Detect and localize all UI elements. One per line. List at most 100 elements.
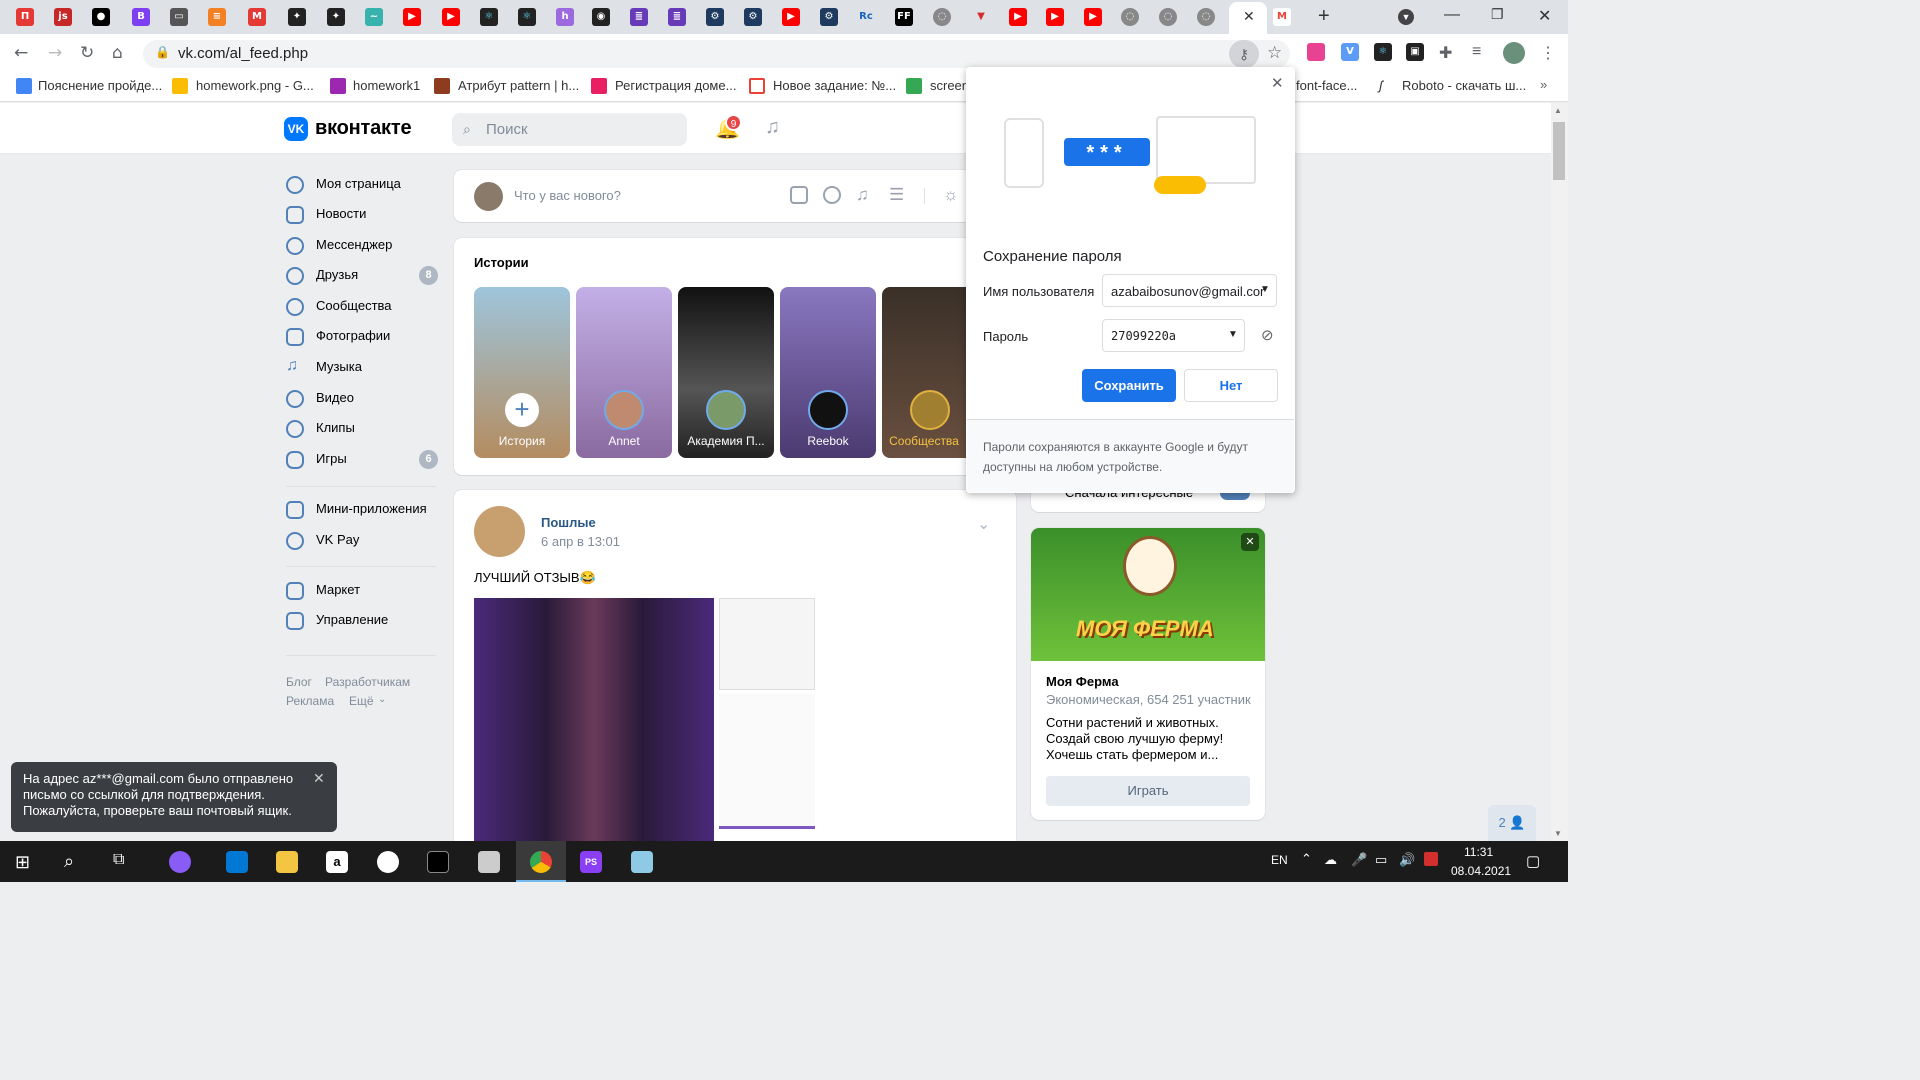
mail-icon[interactable] bbox=[226, 851, 248, 873]
globe-icon[interactable]: ◌ bbox=[933, 8, 951, 26]
home-button[interactable]: ⌂ bbox=[112, 43, 123, 63]
page-scrollbar[interactable] bbox=[1551, 103, 1568, 841]
tab-favicon[interactable]: ⚙ bbox=[706, 8, 724, 26]
star-icon[interactable]: ☆ bbox=[1267, 43, 1282, 63]
username-select[interactable]: azabaibosunov@gmail.cor bbox=[1102, 274, 1277, 307]
menu-item-communities[interactable]: Сообщества bbox=[286, 296, 438, 318]
bookmark-item[interactable]: font-face... bbox=[1296, 78, 1357, 93]
volume-icon[interactable]: 🔊 bbox=[1399, 852, 1415, 868]
post-author[interactable]: Пошлые bbox=[541, 515, 596, 530]
vk-brand[interactable]: вконтакте bbox=[315, 117, 412, 140]
back-button[interactable]: ← bbox=[14, 43, 28, 63]
menu-item-music[interactable]: ♫ Музыка bbox=[286, 357, 438, 379]
battery-icon[interactable]: ▭ bbox=[1375, 852, 1387, 868]
tab-favicon[interactable]: M bbox=[248, 8, 266, 26]
dropdown-arrow-icon[interactable]: ▼ bbox=[1260, 284, 1270, 295]
menu-item-photos[interactable]: Фотографии bbox=[286, 326, 438, 348]
tray-chevron-icon[interactable]: ⌃ bbox=[1301, 851, 1312, 867]
footer-link-blog[interactable]: Блог bbox=[286, 675, 312, 689]
extension-icon[interactable] bbox=[1307, 43, 1325, 61]
new-tab-button[interactable]: + bbox=[1318, 5, 1330, 28]
bookmarks-overflow-icon[interactable]: » bbox=[1540, 77, 1547, 92]
minimize-button[interactable]: — bbox=[1444, 6, 1460, 24]
ad-image[interactable]: МОЯ ФЕРМА bbox=[1031, 528, 1265, 661]
tab-favicon[interactable]: ~ bbox=[365, 8, 383, 26]
react-icon[interactable]: ⚛ bbox=[518, 8, 536, 26]
globe-icon[interactable]: ◌ bbox=[1197, 8, 1215, 26]
key-icon[interactable]: ⚷ bbox=[1229, 40, 1259, 68]
scroll-up-arrow[interactable]: ▲ bbox=[1554, 106, 1562, 115]
menu-item-mini-apps[interactable]: Мини-приложения bbox=[286, 499, 438, 521]
tab-favicon[interactable]: П bbox=[16, 8, 34, 26]
search-icon[interactable]: ⌕ bbox=[64, 851, 74, 872]
file-explorer-icon[interactable] bbox=[276, 851, 298, 873]
menu-item-games[interactable]: Игры 6 bbox=[286, 449, 438, 471]
amazon-icon[interactable]: a bbox=[326, 851, 348, 873]
app-icon[interactable] bbox=[631, 851, 653, 873]
story-item[interactable]: Annet bbox=[576, 287, 672, 458]
terminal-icon[interactable] bbox=[427, 851, 449, 873]
avatar[interactable] bbox=[474, 506, 525, 557]
password-select[interactable]: 27099220a bbox=[1102, 319, 1245, 352]
menu-item-market[interactable]: Маркет bbox=[286, 580, 438, 602]
footer-link-more[interactable]: Ещё bbox=[349, 694, 374, 708]
reload-button[interactable]: ↻ bbox=[80, 43, 94, 63]
story-item[interactable]: + История bbox=[474, 287, 570, 458]
close-window-button[interactable]: ✕ bbox=[1538, 6, 1551, 26]
bookmark-item[interactable]: Атрибут pattern | h... bbox=[458, 78, 579, 93]
menu-item-clips[interactable]: Клипы bbox=[286, 418, 438, 440]
globe-icon[interactable]: ◌ bbox=[1159, 8, 1177, 26]
extension-icon[interactable]: V bbox=[1341, 43, 1359, 61]
forms-icon[interactable]: ≣ bbox=[668, 8, 686, 26]
microphone-icon[interactable]: 🎤 bbox=[1351, 852, 1367, 868]
bookmark-item[interactable]: Пояснение пройде... bbox=[38, 78, 162, 93]
compose-input[interactable]: Что у вас нового? bbox=[514, 188, 621, 203]
article-icon[interactable]: ☰ bbox=[889, 185, 904, 205]
tab-favicon[interactable]: h bbox=[556, 8, 574, 26]
tab-favicon[interactable]: ✦ bbox=[327, 8, 345, 26]
bookmark-item[interactable]: Новое задание: №... bbox=[773, 78, 896, 93]
play-button[interactable]: Играть bbox=[1046, 776, 1250, 806]
tray-app-icon[interactable] bbox=[1424, 852, 1438, 866]
no-button[interactable]: Нет bbox=[1184, 369, 1278, 402]
footer-link-ads[interactable]: Реклама bbox=[286, 694, 334, 708]
bookmark-item[interactable]: screen bbox=[930, 78, 966, 93]
story-item[interactable]: Reebok bbox=[780, 287, 876, 458]
menu-item-my-page[interactable]: Моя страница bbox=[286, 174, 438, 196]
bookmark-item[interactable]: homework.png - G... bbox=[196, 78, 314, 93]
profile-avatar[interactable] bbox=[1503, 42, 1525, 64]
menu-item-video[interactable]: Видео bbox=[286, 388, 438, 410]
url-text[interactable]: vk.com/al_feed.php bbox=[178, 45, 308, 62]
app-icon[interactable] bbox=[377, 851, 399, 873]
extension-icon[interactable]: ▣ bbox=[1406, 43, 1424, 61]
puzzle-icon[interactable]: ✚ bbox=[1439, 43, 1452, 63]
friends-online-button[interactable]: 2 👤 bbox=[1488, 805, 1536, 841]
video-icon[interactable] bbox=[823, 186, 841, 204]
post-image[interactable] bbox=[719, 694, 815, 826]
github-icon[interactable]: ◉ bbox=[592, 8, 610, 26]
chevron-down-icon[interactable]: ⌄ bbox=[378, 694, 386, 705]
reading-list-icon[interactable]: ≡ bbox=[1472, 43, 1481, 61]
youtube-icon[interactable]: ▶ bbox=[782, 8, 800, 26]
windows-start-icon[interactable]: ⊞ bbox=[15, 852, 30, 873]
avatar[interactable] bbox=[474, 182, 503, 211]
language-indicator[interactable]: EN bbox=[1271, 853, 1288, 867]
menu-item-manage[interactable]: Управление bbox=[286, 610, 438, 632]
menu-item-messenger[interactable]: Мессенджер bbox=[286, 235, 438, 257]
dropdown-arrow-icon[interactable]: ▼ bbox=[1228, 329, 1238, 340]
menu-item-friends[interactable]: Друзья 8 bbox=[286, 265, 438, 287]
task-view-icon[interactable]: ⧉ bbox=[113, 851, 124, 869]
story-item[interactable]: Академия П... bbox=[678, 287, 774, 458]
tab-favicon[interactable]: B bbox=[132, 8, 150, 26]
post-date[interactable]: 6 апр в 13:01 bbox=[541, 534, 620, 549]
alice-icon[interactable] bbox=[169, 851, 191, 873]
youtube-icon[interactable]: ▶ bbox=[1084, 8, 1102, 26]
youtube-icon[interactable]: ▶ bbox=[1009, 8, 1027, 26]
menu-kebab-icon[interactable]: ⋮ bbox=[1540, 43, 1556, 63]
ad-title[interactable]: Моя Ферма bbox=[1046, 674, 1119, 689]
notifications-icon[interactable]: ▢ bbox=[1526, 852, 1540, 870]
tab-favicon[interactable]: Rc bbox=[857, 8, 875, 26]
eye-off-icon[interactable]: ⊘ bbox=[1261, 326, 1274, 344]
tab-close-icon[interactable]: ✕ bbox=[1243, 8, 1255, 25]
phpstorm-icon[interactable]: PS bbox=[580, 851, 602, 873]
